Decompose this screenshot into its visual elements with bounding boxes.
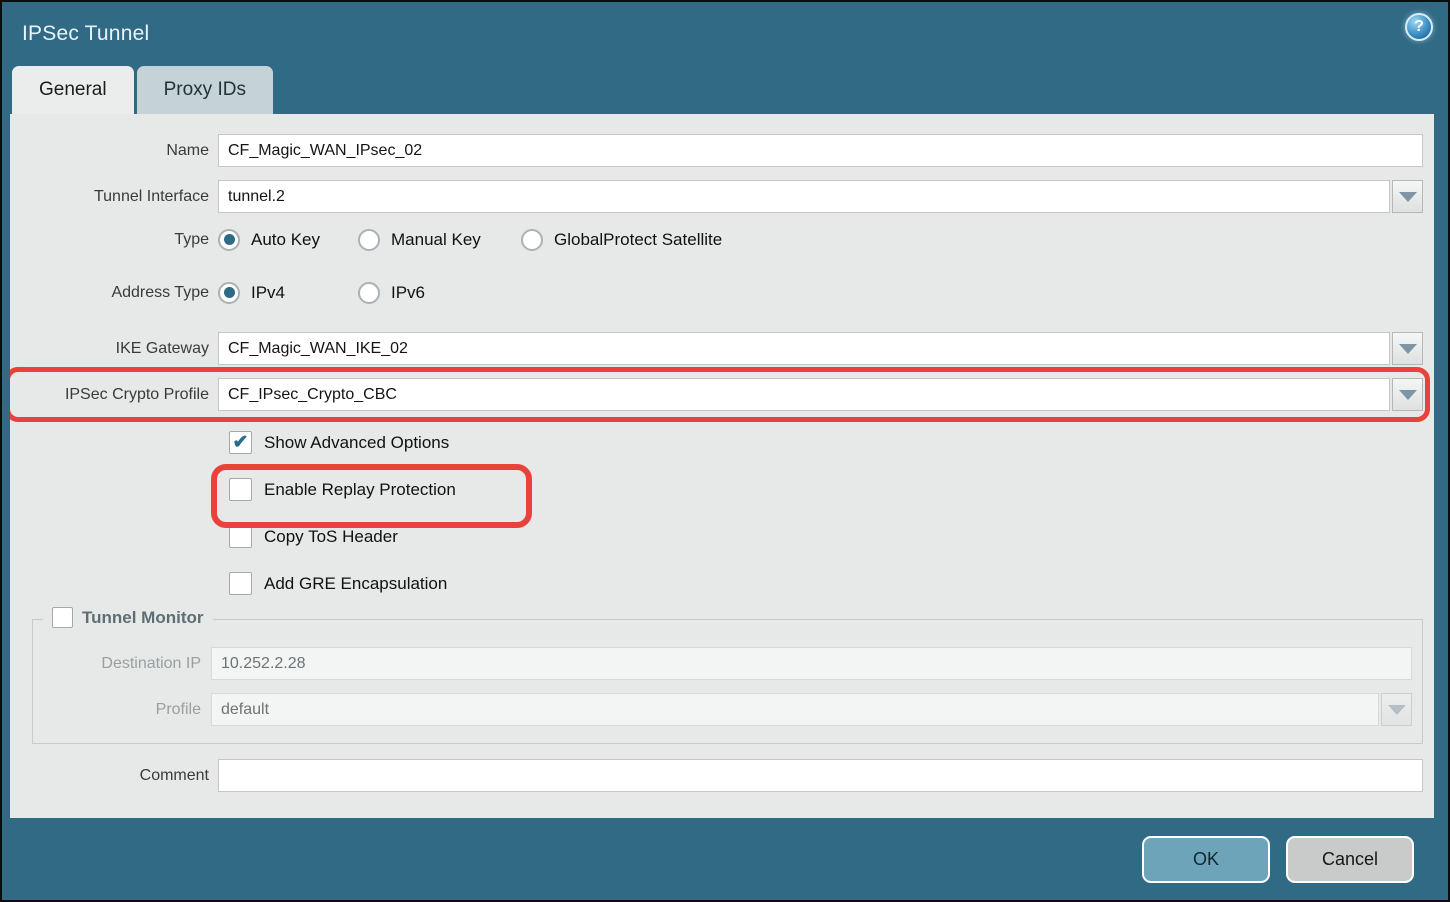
tunnel-interface-dropdown-button[interactable] [1392,180,1423,213]
tab-proxy-ids-label: Proxy IDs [164,79,246,101]
help-icon[interactable]: ? [1405,13,1433,41]
destination-ip-input [211,647,1412,680]
type-option-globalprotect-satellite: GlobalProtect Satellite [521,229,738,251]
auto-key-label: Auto Key [251,230,336,250]
show-advanced-options-checkbox[interactable]: ✔ [229,431,252,454]
profile-row: Profile [33,693,1412,726]
show-advanced-options-row: ✔ Show Advanced Options [229,431,1434,454]
ike-gateway-dropdown-button[interactable] [1392,332,1423,365]
enable-replay-protection-label: Enable Replay Protection [264,480,456,500]
show-advanced-options-label: Show Advanced Options [264,433,449,453]
ipsec-crypto-profile-row: IPSec Crypto Profile [10,378,1423,411]
chevron-down-icon [1399,344,1417,354]
globalprotect-satellite-label: GlobalProtect Satellite [554,230,738,250]
comment-input[interactable] [218,759,1423,792]
tab-general-label: General [39,79,107,101]
comment-label: Comment [10,767,218,785]
enable-replay-protection-checkbox[interactable] [229,478,252,501]
manual-key-label: Manual Key [391,230,497,250]
tab-general[interactable]: General [12,66,134,114]
ipv4-label: IPv4 [251,283,301,303]
tunnel-monitor-group: Tunnel Monitor Destination IP Profile [32,619,1423,744]
address-type-row: Address Type IPv4 IPv6 [10,279,1423,306]
cancel-button[interactable]: Cancel [1286,836,1414,883]
copy-tos-header-row: Copy ToS Header [229,525,1434,548]
ok-button[interactable]: OK [1142,836,1270,883]
address-type-label: Address Type [10,284,218,302]
general-tab-panel: Name Tunnel Interface Type Auto Key Manu… [10,114,1434,818]
check-icon: ✔ [233,433,249,452]
tunnel-monitor-legend: Tunnel Monitor [43,607,213,628]
cancel-button-label: Cancel [1322,849,1378,870]
add-gre-encapsulation-checkbox[interactable] [229,572,252,595]
tunnel-interface-row: Tunnel Interface [10,180,1423,213]
ipv6-radio[interactable] [358,282,380,304]
copy-tos-header-checkbox[interactable] [229,525,252,548]
name-row: Name [10,134,1423,167]
tunnel-monitor-label: Tunnel Monitor [82,608,204,628]
ike-gateway-row: IKE Gateway [10,332,1423,365]
type-option-auto-key: Auto Key [218,229,358,251]
manual-key-radio[interactable] [358,229,380,251]
chevron-down-icon [1399,192,1417,202]
ipv4-radio[interactable] [218,282,240,304]
chevron-down-icon [1388,705,1406,715]
copy-tos-header-label: Copy ToS Header [264,527,398,547]
ike-gateway-label: IKE Gateway [10,340,218,358]
add-gre-encapsulation-label: Add GRE Encapsulation [264,574,447,594]
address-type-option-ipv6: IPv6 [358,282,498,304]
name-input[interactable] [218,134,1423,167]
tunnel-interface-label: Tunnel Interface [10,188,218,206]
tunnel-interface-input[interactable] [218,180,1390,213]
ok-button-label: OK [1193,849,1219,870]
auto-key-radio[interactable] [218,229,240,251]
comment-row: Comment [10,759,1423,792]
enable-replay-protection-row: Enable Replay Protection [229,478,1434,501]
destination-ip-row: Destination IP [33,647,1412,680]
ike-gateway-input[interactable] [218,332,1390,365]
type-option-manual-key: Manual Key [358,229,521,251]
type-label: Type [10,231,218,249]
type-row: Type Auto Key Manual Key GlobalProtect S… [10,226,1423,253]
ipsec-crypto-profile-label: IPSec Crypto Profile [10,386,218,404]
destination-ip-label: Destination IP [33,655,211,673]
help-glyph: ? [1414,18,1424,36]
tunnel-monitor-checkbox[interactable] [52,607,73,628]
profile-dropdown-button [1381,693,1412,726]
globalprotect-satellite-radio[interactable] [521,229,543,251]
chevron-down-icon [1399,390,1417,400]
dialog-footer: OK Cancel [2,818,1448,900]
ipsec-tunnel-dialog: IPSec Tunnel ? General Proxy IDs Name Tu… [0,0,1450,902]
title-bar: IPSec Tunnel ? [2,2,1448,66]
name-label: Name [10,142,218,160]
tab-bar: General Proxy IDs [2,66,1448,114]
address-type-option-ipv4: IPv4 [218,282,358,304]
add-gre-encapsulation-row: Add GRE Encapsulation [229,572,1434,595]
tab-proxy-ids[interactable]: Proxy IDs [137,66,273,114]
ipsec-crypto-profile-input[interactable] [218,378,1390,411]
ipsec-crypto-profile-dropdown-button[interactable] [1392,378,1423,411]
dialog-title: IPSec Tunnel [22,22,149,46]
profile-label: Profile [33,701,211,719]
profile-input [211,693,1379,726]
ipv6-label: IPv6 [391,283,441,303]
